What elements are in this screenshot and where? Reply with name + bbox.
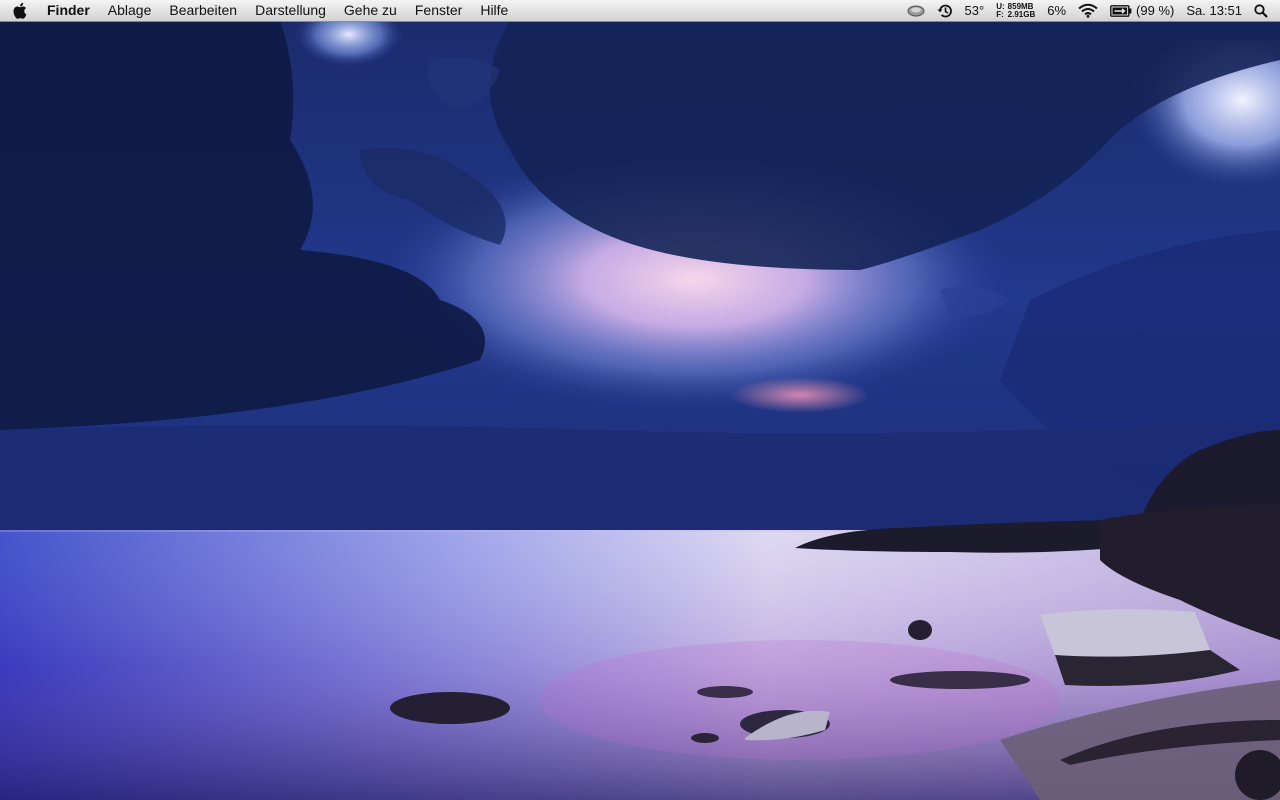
cpu-status[interactable]: 6% — [1041, 0, 1072, 21]
memory-labels: U: F: — [996, 2, 1004, 19]
battery-charging-icon — [1110, 4, 1132, 17]
desktop: Finder Ablage Bearbeiten Darstellung Geh… — [0, 0, 1280, 800]
menu-darstellung[interactable]: Darstellung — [246, 0, 335, 21]
menu-hilfe[interactable]: Hilfe — [471, 0, 517, 21]
menu-fenster[interactable]: Fenster — [406, 0, 471, 21]
menu-app-finder[interactable]: Finder — [38, 0, 99, 21]
temperature-status[interactable]: 53° — [959, 0, 991, 21]
spotlight-button[interactable] — [1248, 0, 1274, 21]
wifi-icon — [1078, 3, 1098, 18]
memory-free-value: 2.91GB — [1007, 9, 1036, 19]
menu-bar-status-area: 53° U: F: 859MB 2.91GB 6% (99 %) Sa. 13:… — [901, 0, 1280, 21]
memory-readout: U: F: 859MB 2.91GB — [996, 2, 1036, 19]
wifi-status-item[interactable] — [1072, 0, 1104, 21]
desktop-wallpaper — [0, 0, 1280, 800]
disk-status-item[interactable] — [901, 0, 931, 21]
spotlight-search-icon — [1254, 3, 1268, 18]
apple-logo-icon — [13, 2, 26, 19]
menu-bearbeiten[interactable]: Bearbeiten — [160, 0, 246, 21]
disk-drive-icon — [907, 5, 925, 16]
menu-gehe-zu[interactable]: Gehe zu — [335, 0, 406, 21]
battery-status-item[interactable]: (99 %) — [1104, 0, 1180, 21]
memory-free-label: F: — [996, 9, 1004, 19]
menu-bar: Finder Ablage Bearbeiten Darstellung Geh… — [0, 0, 1280, 22]
time-machine-icon — [937, 4, 952, 17]
menu-bar-left: Finder Ablage Bearbeiten Darstellung Geh… — [0, 0, 517, 21]
clock[interactable]: Sa. 13:51 — [1180, 0, 1248, 21]
time-machine-status-item[interactable] — [931, 0, 959, 21]
menu-ablage[interactable]: Ablage — [99, 0, 161, 21]
memory-status[interactable]: U: F: 859MB 2.91GB — [990, 0, 1041, 21]
apple-menu[interactable] — [0, 0, 38, 21]
memory-values: 859MB 2.91GB — [1007, 2, 1036, 19]
battery-percent: (99 %) — [1136, 3, 1175, 18]
